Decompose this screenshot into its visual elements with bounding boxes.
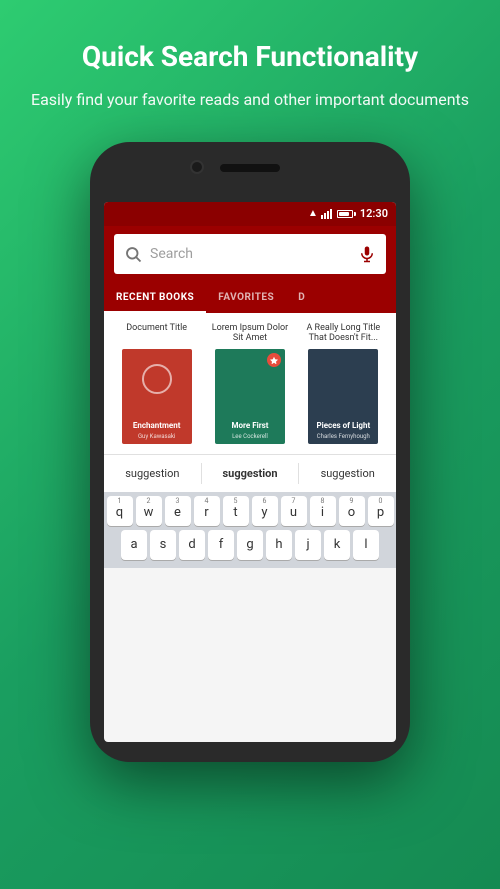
book-cover-2: More First Lee Cockerell [215,349,285,444]
keyboard-row-2: a s d f g h j k l [106,530,394,560]
tab-favorites[interactable]: FAVORITES [206,282,286,313]
book-cover-title-2: More First [232,422,269,431]
book-cover-author-3: Charles Fernyhough [317,433,370,440]
suggestion-2[interactable]: suggestion [202,463,300,484]
status-icons: ▲ 12:30 [308,207,388,220]
book-cover-title-3: Pieces of Light [316,422,370,431]
book-cover-title-1: Enchantment [133,422,181,431]
book-title-1: Document Title [126,323,187,345]
book-item-3[interactable]: A Really Long Title That Doesn't Fit... … [303,323,383,444]
key-d[interactable]: d [179,530,205,560]
books-grid: Document Title Enchantment Guy Kawasaki … [114,323,386,444]
key-y[interactable]: 6 y [252,496,278,526]
book-cover-1: Enchantment Guy Kawasaki [122,349,192,444]
key-e[interactable]: 3 e [165,496,191,526]
key-t[interactable]: 5 t [223,496,249,526]
book-badge-2 [267,353,281,367]
search-box[interactable]: Search [114,234,386,274]
page-subtitle: Easily find your favorite reads and othe… [31,88,469,112]
status-time: 12:30 [360,207,388,220]
key-a[interactable]: a [121,530,147,560]
tab-recent-books[interactable]: RECENT BOOKS [104,282,206,313]
key-h[interactable]: h [266,530,292,560]
phone-screen: ▲ 12:30 [104,202,396,742]
key-j[interactable]: j [295,530,321,560]
book-cover-author-2: Lee Cockerell [232,433,268,440]
key-k[interactable]: k [324,530,350,560]
phone-body: ▲ 12:30 [90,142,410,762]
key-l[interactable]: l [353,530,379,560]
mic-icon[interactable] [358,245,376,263]
key-w[interactable]: 2 w [136,496,162,526]
battery-icon [337,210,353,218]
key-p[interactable]: 0 p [368,496,394,526]
books-section: Document Title Enchantment Guy Kawasaki … [104,313,396,454]
phone-speaker [220,164,280,172]
wifi-icon: ▲ [308,208,318,219]
book-item-2[interactable]: Lorem Ipsum Dolor Sit Amet More First Le… [210,323,290,444]
suggestions-bar: suggestion suggestion suggestion [104,454,396,492]
phone-camera [190,160,204,174]
key-o[interactable]: 9 o [339,496,365,526]
keyboard: 1 q 2 w 3 e 4 r [104,492,396,568]
book-title-3: A Really Long Title That Doesn't Fit... [303,323,383,345]
book-cover-3: Pieces of Light Charles Fernyhough [308,349,378,444]
suggestion-3[interactable]: suggestion [299,463,396,484]
status-bar: ▲ 12:30 [104,202,396,226]
search-placeholder[interactable]: Search [150,246,358,262]
key-r[interactable]: 4 r [194,496,220,526]
key-i[interactable]: 8 i [310,496,336,526]
book-title-2: Lorem Ipsum Dolor Sit Amet [210,323,290,345]
book-cover-author-1: Guy Kawasaki [138,433,175,440]
tab-other[interactable]: D [286,282,317,313]
key-q[interactable]: 1 q [107,496,133,526]
header-section: Quick Search Functionality Easily find y… [1,0,499,132]
tabs-bar: RECENT BOOKS FAVORITES D [104,282,396,313]
phone-mockup: ▲ 12:30 [90,142,410,762]
key-u[interactable]: 7 u [281,496,307,526]
page-title: Quick Search Functionality [31,40,469,74]
signal-icon [321,209,332,219]
search-icon [124,245,142,263]
app-bar: Search [104,226,396,282]
keyboard-row-1: 1 q 2 w 3 e 4 r [106,496,394,526]
suggestion-1[interactable]: suggestion [104,463,202,484]
key-f[interactable]: f [208,530,234,560]
key-s[interactable]: s [150,530,176,560]
key-g[interactable]: g [237,530,263,560]
book-item-1[interactable]: Document Title Enchantment Guy Kawasaki [117,323,197,444]
